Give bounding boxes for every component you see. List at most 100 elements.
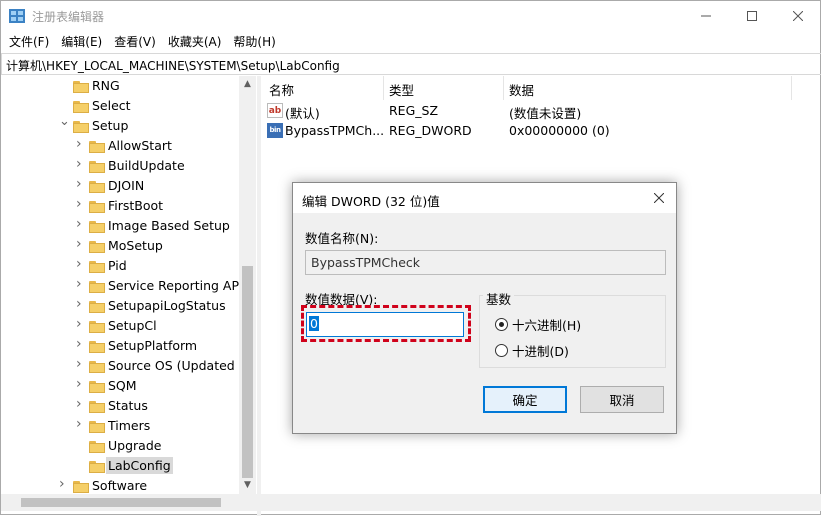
regedit-window: 注册表编辑器 文件(F) 编辑(E) 查看(V) 收藏夹(A) 帮助(H) 计算… bbox=[0, 0, 821, 516]
chevron-down-icon[interactable]: ⌄ bbox=[59, 115, 70, 128]
chevron-right-icon[interactable]: › bbox=[76, 417, 86, 431]
column-type[interactable]: 类型 bbox=[389, 80, 414, 99]
tree-hscroll-thumb[interactable] bbox=[21, 498, 221, 507]
chevron-right-icon[interactable]: › bbox=[76, 177, 86, 191]
value-data: 0x00000000 (0) bbox=[509, 123, 610, 138]
tree-item[interactable]: › SetupCl bbox=[1, 316, 239, 336]
address-bar[interactable]: 计算机\HKEY_LOCAL_MACHINE\SYSTEM\Setup\LabC… bbox=[1, 53, 821, 75]
tree-item-label: SetupapiLogStatus bbox=[108, 298, 226, 313]
close-button[interactable] bbox=[775, 1, 821, 31]
tree-item[interactable]: › SQM bbox=[1, 376, 239, 396]
column-separator[interactable] bbox=[503, 76, 504, 100]
base-label: 基数 bbox=[483, 289, 515, 308]
tree-scroll-thumb[interactable] bbox=[242, 266, 253, 478]
list-header: 名称 类型 数据 bbox=[261, 76, 821, 100]
minimize-button[interactable] bbox=[683, 1, 729, 31]
tree-item[interactable]: RNG bbox=[1, 76, 239, 96]
decimal-radio-label: 十进制(D) bbox=[512, 343, 569, 359]
chevron-right-icon[interactable]: › bbox=[76, 377, 86, 391]
radio-unchecked-icon bbox=[495, 343, 508, 357]
close-icon bbox=[793, 11, 803, 21]
chevron-right-icon[interactable]: › bbox=[76, 197, 86, 211]
chevron-right-icon[interactable]: › bbox=[76, 257, 86, 271]
tree-item[interactable]: LabConfig bbox=[1, 456, 239, 476]
menu-bar: 文件(F) 编辑(E) 查看(V) 收藏夹(A) 帮助(H) bbox=[1, 31, 820, 51]
title-bar[interactable]: 注册表编辑器 bbox=[1, 1, 820, 31]
tree-item[interactable]: › AllowStart bbox=[1, 136, 239, 156]
dialog-close-button[interactable] bbox=[642, 183, 676, 213]
chevron-right-icon[interactable]: › bbox=[76, 277, 86, 291]
tree-item[interactable]: › FirstBoot bbox=[1, 196, 239, 216]
value-type: REG_DWORD bbox=[389, 123, 472, 138]
chevron-right-icon[interactable]: › bbox=[76, 357, 86, 371]
tree-item-label: Status bbox=[108, 398, 148, 413]
tree-item[interactable]: › SetupapiLogStatus bbox=[1, 296, 239, 316]
tree-item[interactable]: › Timers bbox=[1, 416, 239, 436]
chevron-right-icon[interactable]: › bbox=[76, 137, 86, 151]
folder-icon bbox=[89, 460, 105, 473]
chevron-right-icon[interactable]: › bbox=[76, 337, 86, 351]
tree-item-label: DJOIN bbox=[108, 178, 145, 193]
folder-icon bbox=[89, 240, 105, 253]
tree-item[interactable]: Select bbox=[1, 96, 239, 116]
tree-item[interactable]: › Pid bbox=[1, 256, 239, 276]
tree-item[interactable]: Upgrade bbox=[1, 436, 239, 456]
folder-icon bbox=[89, 280, 105, 293]
menu-view[interactable]: 查看(V) bbox=[108, 31, 162, 51]
folder-icon bbox=[73, 120, 89, 133]
chevron-right-icon[interactable]: › bbox=[76, 317, 86, 331]
cancel-button[interactable]: 取消 bbox=[580, 386, 664, 413]
folder-icon bbox=[89, 260, 105, 273]
column-separator[interactable] bbox=[791, 76, 792, 100]
list-row[interactable]: bin BypassTPMCh... REG_DWORD 0x00000000 … bbox=[261, 121, 821, 141]
maximize-button[interactable] bbox=[729, 1, 775, 31]
dialog-title-bar[interactable]: 编辑 DWORD (32 位)值 bbox=[293, 183, 676, 213]
tree-item[interactable]: ⌄ Setup bbox=[1, 115, 239, 136]
column-name[interactable]: 名称 bbox=[269, 80, 294, 99]
tree-item-label: SetupPlatform bbox=[108, 338, 198, 353]
chevron-right-icon[interactable]: › bbox=[76, 297, 86, 311]
chevron-right-icon[interactable]: › bbox=[76, 217, 86, 231]
tree-item-label: AllowStart bbox=[108, 138, 172, 153]
ok-button[interactable]: 确定 bbox=[483, 386, 567, 413]
tree-horizontal-scrollbar[interactable] bbox=[1, 494, 257, 511]
chevron-right-icon[interactable]: › bbox=[76, 237, 86, 251]
hex-radio[interactable]: 十六进制(H) bbox=[495, 315, 581, 333]
folder-icon bbox=[89, 400, 105, 413]
tree-item[interactable]: › SetupPlatform bbox=[1, 336, 239, 356]
string-value-icon: ab bbox=[267, 103, 283, 118]
tree-item[interactable]: › DJOIN bbox=[1, 176, 239, 196]
scroll-up-icon[interactable]: ▲ bbox=[239, 76, 256, 93]
tree-item-label: FirstBoot bbox=[108, 198, 164, 213]
tree-item[interactable]: › BuildUpdate bbox=[1, 156, 239, 176]
chevron-right-icon[interactable]: › bbox=[76, 157, 86, 171]
tree-item[interactable]: › MoSetup bbox=[1, 236, 239, 256]
column-data[interactable]: 数据 bbox=[509, 80, 534, 99]
tree-item[interactable]: › Status bbox=[1, 396, 239, 416]
tree-item-label: Select bbox=[92, 98, 131, 113]
tree-item-label: LabConfig bbox=[106, 457, 173, 474]
menu-file[interactable]: 文件(F) bbox=[3, 31, 55, 51]
column-separator[interactable] bbox=[383, 76, 384, 100]
regedit-app-icon bbox=[9, 9, 25, 23]
value-name: (默认) bbox=[285, 106, 320, 121]
menu-help[interactable]: 帮助(H) bbox=[227, 31, 281, 51]
chevron-right-icon[interactable]: › bbox=[76, 397, 86, 411]
tree-item-label: SetupCl bbox=[108, 318, 157, 333]
tree-item[interactable]: › Software bbox=[1, 476, 239, 496]
list-horizontal-scrollbar[interactable] bbox=[261, 494, 821, 511]
menu-edit[interactable]: 编辑(E) bbox=[55, 31, 108, 51]
scroll-down-icon[interactable]: ▼ bbox=[239, 477, 256, 494]
tree-item[interactable]: › Image Based Setup bbox=[1, 216, 239, 236]
tree-item-label: Service Reporting API bbox=[108, 278, 243, 293]
tree-item[interactable]: › Service Reporting API bbox=[1, 276, 243, 296]
menu-favorites[interactable]: 收藏夹(A) bbox=[162, 31, 228, 51]
tree-item-label: Pid bbox=[108, 258, 127, 273]
decimal-radio[interactable]: 十进制(D) bbox=[495, 341, 569, 359]
tree-vertical-scrollbar[interactable]: ▲ ▼ bbox=[239, 76, 256, 494]
tree-item[interactable]: › Source OS (Updated c bbox=[1, 356, 246, 376]
chevron-right-icon[interactable]: › bbox=[59, 477, 69, 491]
list-row[interactable]: ab (默认) REG_SZ (数值未设置) bbox=[261, 101, 821, 121]
tree-item-label: RNG bbox=[92, 78, 120, 93]
folder-icon bbox=[89, 440, 105, 453]
